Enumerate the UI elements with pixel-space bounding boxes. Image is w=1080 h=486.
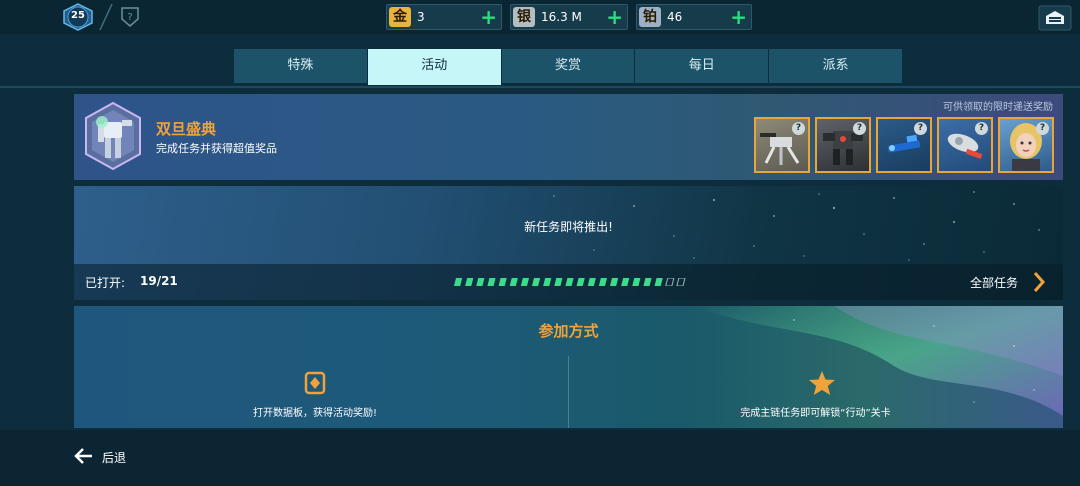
progress-segment-filled bbox=[498, 278, 507, 286]
reward-heavy-robot[interactable]: ? bbox=[815, 117, 871, 173]
svg-text:?: ? bbox=[127, 12, 132, 23]
all-missions-link[interactable]: 全部任务 bbox=[970, 274, 1018, 291]
tab-daily[interactable]: 每日 bbox=[635, 49, 769, 83]
missions-panel: 新任务即将推出! 已打开: 19/21 全部任务 bbox=[74, 186, 1063, 300]
how-to-join-panel: 参加方式 打开数据板，获得活动奖励! 完成主链任务即可解锁“行动”关卡 bbox=[74, 306, 1063, 428]
progress-segment-filled bbox=[454, 278, 463, 286]
bottom-bar: 后退 bbox=[0, 430, 1080, 486]
progress-segment-filled bbox=[610, 278, 619, 286]
event-title: 双旦盛典 bbox=[156, 120, 217, 138]
add-gold-button[interactable]: + bbox=[480, 6, 497, 28]
event-banner[interactable]: 双旦盛典 完成任务并获得超值奖品 可供领取的限时递送奖励 ? ? ? ? ? bbox=[74, 94, 1063, 180]
progress-segment-filled bbox=[465, 278, 474, 286]
how-to-join-title: 参加方式 bbox=[538, 322, 599, 340]
progress-segment-filled bbox=[520, 278, 529, 286]
back-arrow-icon[interactable] bbox=[74, 447, 94, 465]
tab-special[interactable]: 特殊 bbox=[234, 49, 367, 83]
event-robot-emblem-icon bbox=[85, 101, 141, 171]
join-datapad-text: 打开数据板，获得活动奖励! bbox=[252, 408, 377, 419]
progress-segment-filled bbox=[621, 278, 630, 286]
tab-rewards[interactable]: 奖赏 bbox=[501, 49, 635, 83]
progress-segment-filled bbox=[598, 278, 607, 286]
chevron-right-icon[interactable] bbox=[1031, 270, 1047, 294]
reward-walker-robot[interactable]: ? bbox=[754, 117, 810, 173]
progress-segment-filled bbox=[576, 278, 585, 286]
add-silver-button[interactable]: + bbox=[606, 6, 623, 28]
reward-blue-weapon[interactable]: ? bbox=[876, 117, 932, 173]
missions-progress-bar bbox=[454, 278, 686, 286]
progress-segment-filled bbox=[632, 278, 641, 286]
join-main-chain-text: 完成主链任务即可解锁“行动”关卡 bbox=[740, 408, 891, 419]
silver-currency[interactable]: 银 16.3 M + bbox=[510, 4, 628, 30]
player-level-text: 25 bbox=[71, 10, 85, 21]
silver-icon: 银 bbox=[513, 7, 535, 27]
tab-events[interactable]: 活动 bbox=[367, 49, 501, 85]
missions-footer: 已打开: 19/21 全部任务 bbox=[74, 264, 1063, 300]
player-level-badge[interactable]: 25 bbox=[62, 3, 94, 31]
rewards-label: 可供领取的限时递送奖励 bbox=[943, 102, 1053, 113]
reward-pilot-portrait[interactable]: ? bbox=[998, 117, 1054, 173]
progress-segment-filled bbox=[587, 278, 596, 286]
reward-info-icon: ? bbox=[1036, 122, 1049, 135]
coming-soon-text: 新任务即将推出! bbox=[524, 220, 613, 234]
progress-segment-filled bbox=[554, 278, 563, 286]
opened-count: 19/21 bbox=[140, 274, 178, 288]
progress-segment-filled bbox=[509, 278, 518, 286]
platinum-icon: 铂 bbox=[639, 7, 661, 27]
platinum-currency[interactable]: 铂 46 + bbox=[636, 4, 752, 30]
reward-info-icon: ? bbox=[792, 122, 805, 135]
back-button[interactable]: 后退 bbox=[102, 449, 126, 466]
progress-segment-filled bbox=[476, 278, 485, 286]
progress-segment-filled bbox=[643, 278, 652, 286]
datapad-icon bbox=[304, 371, 326, 395]
platinum-value: 46 bbox=[667, 10, 683, 24]
reward-cannon-weapon[interactable]: ? bbox=[937, 117, 993, 173]
divider-slash-icon bbox=[99, 3, 113, 31]
tab-faction[interactable]: 派系 bbox=[769, 49, 902, 83]
progress-segment-empty bbox=[676, 278, 686, 286]
silver-value: 16.3 M bbox=[541, 10, 582, 24]
gold-currency[interactable]: 金 3 + bbox=[386, 4, 502, 30]
reward-info-icon: ? bbox=[853, 122, 866, 135]
tab-underline bbox=[0, 86, 1080, 88]
gold-icon: 金 bbox=[389, 7, 411, 27]
mission-tabs: 特殊 活动 奖赏 每日 派系 bbox=[234, 49, 903, 85]
hangar-home-icon[interactable] bbox=[1038, 5, 1072, 31]
event-description: 完成任务并获得超值奖品 bbox=[156, 142, 277, 155]
reward-info-icon: ? bbox=[914, 122, 927, 135]
progress-segment-filled bbox=[532, 278, 541, 286]
progress-segment-filled bbox=[487, 278, 496, 286]
progress-segment-empty bbox=[665, 278, 675, 286]
progress-segment-filled bbox=[565, 278, 574, 286]
opened-label: 已打开: bbox=[85, 276, 126, 290]
reward-info-icon: ? bbox=[975, 122, 988, 135]
top-bar: 25 ? 金 3 + 银 16.3 M + 铂 46 + bbox=[0, 0, 1080, 34]
gold-value: 3 bbox=[417, 10, 425, 24]
star-icon bbox=[809, 371, 835, 395]
clan-shield-icon[interactable]: ? bbox=[118, 5, 142, 29]
progress-segment-filled bbox=[654, 278, 663, 286]
add-platinum-button[interactable]: + bbox=[730, 6, 747, 28]
progress-segment-filled bbox=[543, 278, 552, 286]
